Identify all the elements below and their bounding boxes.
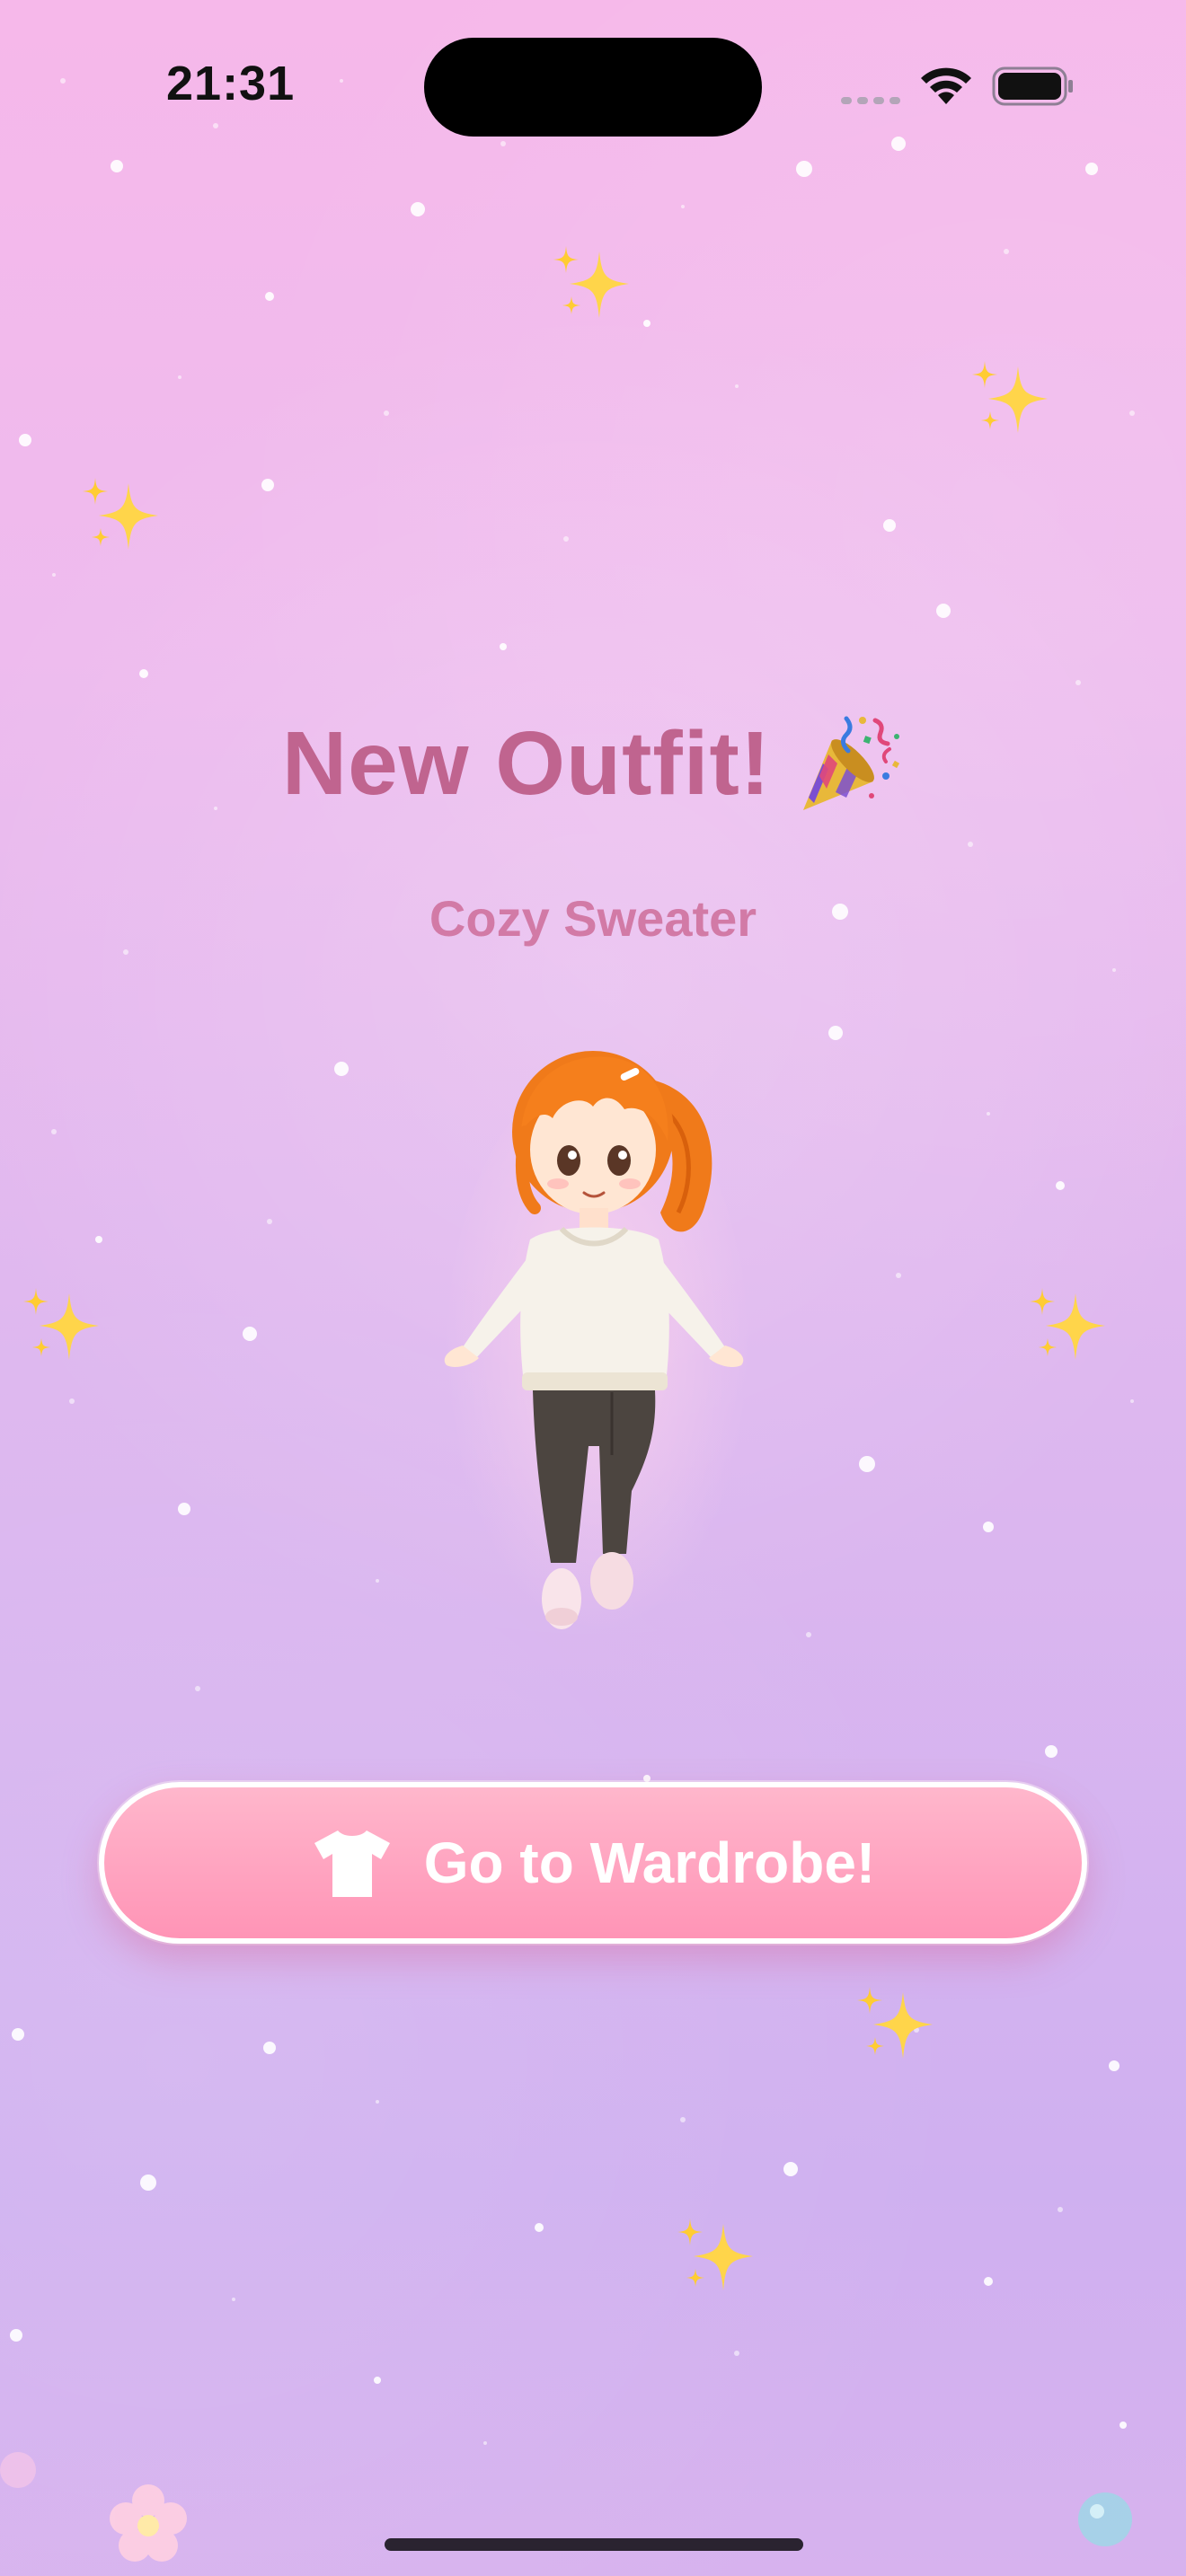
home-indicator[interactable] (385, 2538, 803, 2551)
sparkle-icon (23, 1288, 99, 1360)
flower-icon (0, 2452, 36, 2488)
party-popper-icon (803, 716, 900, 810)
avatar (444, 1051, 750, 1662)
go-to-wardrobe-button[interactable]: Go to Wardrobe! (99, 1782, 1087, 1944)
tshirt-icon (314, 1831, 390, 1897)
outfit-name: Cozy Sweater (429, 890, 757, 947)
go-to-wardrobe-label: Go to Wardrobe! (423, 1831, 876, 1895)
sparkle-icon (1030, 1288, 1105, 1360)
sparkle-icon (677, 2219, 753, 2290)
flower-icon (1078, 2492, 1132, 2546)
cellular-signal-icon (841, 97, 900, 104)
title-row: New Outfit! (0, 710, 1186, 817)
status-time: 21:31 (166, 57, 296, 110)
sparkle-icon (857, 1987, 933, 2059)
wifi-icon (921, 67, 971, 104)
sparkle-icon (83, 478, 158, 550)
flower-icon (110, 2484, 187, 2562)
dynamic-island (424, 38, 762, 137)
sparkle-icon (972, 361, 1048, 433)
battery-icon (992, 66, 1073, 106)
sparkle-icon (553, 246, 629, 318)
status-bar: 21:31 (0, 0, 1186, 171)
page-title: New Outfit! (281, 712, 772, 814)
